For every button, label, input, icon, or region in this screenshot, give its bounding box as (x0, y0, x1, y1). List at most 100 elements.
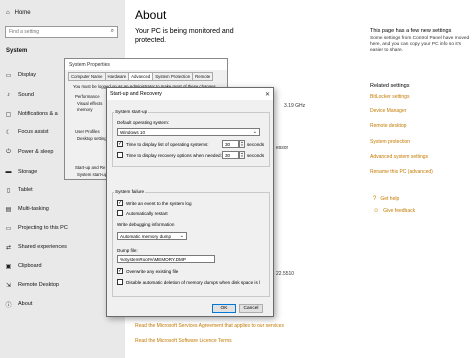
sidebar-item-label: Remote Desktop (18, 282, 59, 288)
tab-advanced[interactable]: Advanced (128, 72, 154, 81)
sidebar-item-sound[interactable]: ♪ Sound (5, 90, 34, 100)
home-nav-item[interactable]: ⌂ Home (6, 10, 31, 16)
time-list-spinner[interactable]: 30 ▴ ▾ (222, 140, 245, 148)
time-recovery-checkbox[interactable]: Time to display recovery options when ne… (117, 152, 222, 158)
dialog-title: Start-up and Recovery (110, 91, 162, 97)
advanced-system-settings-link[interactable]: Advanced system settings (370, 154, 428, 160)
licence-terms-link[interactable]: Read the Microsoft Software Licence Term… (135, 338, 232, 344)
system-startup-label: System start-up (114, 109, 149, 114)
services-agreement-link[interactable]: Read the Microsoft Services Agreement th… (135, 323, 284, 329)
shared-icon: ⇄ (5, 244, 12, 251)
debug-type-select[interactable]: Automatic memory dump ⌄ (117, 232, 187, 240)
sidebar-item-multitasking[interactable]: ▤ Multi-tasking (5, 204, 49, 214)
system-properties-tabs: Computer Name Hardware Advanced System P… (68, 72, 214, 81)
search-placeholder: Find a setting (9, 29, 40, 35)
sidebar-item-label: Display (18, 72, 37, 78)
tab-computer-name[interactable]: Computer Name (68, 72, 106, 81)
memory-text: memory (77, 107, 93, 112)
feedback-icon: ☺ (373, 208, 380, 214)
sidebar-item-clipboard[interactable]: ▣ Clipboard (5, 261, 42, 271)
device-manager-link[interactable]: Device Manager (370, 108, 406, 114)
sidebar-item-label: About (18, 301, 33, 307)
sidebar-item-tablet[interactable]: ▯ Tablet (5, 185, 33, 195)
checkbox-unchecked (117, 152, 123, 158)
debug-type-value: Automatic memory dump (120, 234, 172, 239)
sidebar-item-label: Shared experiences (18, 244, 67, 250)
ok-button[interactable]: OK (212, 304, 236, 313)
system-properties-titlebar: System Properties (65, 59, 227, 70)
cancel-button[interactable]: Cancel (239, 304, 263, 313)
tab-remote[interactable]: Remote (192, 72, 214, 81)
new-settings-text: Some settings from Control Panel have mo… (370, 36, 470, 53)
sidebar-item-label: Power & sleep (18, 149, 54, 155)
remote-desktop-icon: ⇲ (5, 282, 12, 289)
related-settings-title: Related settings (370, 83, 410, 89)
sidebar-item-projecting[interactable]: ▭ Projecting to this PC (5, 223, 68, 233)
sidebar-item-shared-experiences[interactable]: ⇄ Shared experiences (5, 242, 67, 252)
projecting-icon: ▭ (5, 225, 12, 232)
sidebar-item-power-sleep[interactable]: ⏻ Power & sleep (5, 147, 53, 157)
visual-effects-text: Visual effects (77, 101, 103, 106)
time-list-checkbox[interactable]: ✓ Time to display list of operating syst… (117, 141, 209, 147)
moon-icon: ☾ (5, 129, 12, 136)
chevron-down-icon: ⌄ (179, 233, 184, 239)
dump-file-input[interactable]: %SystemRoot%\MEMORY.DMP (117, 255, 215, 263)
sidebar-item-notifications[interactable]: ▢ Notifications & a (5, 109, 58, 119)
get-help-link[interactable]: ? Get help (373, 196, 399, 202)
give-feedback-label: Give feedback (383, 208, 416, 214)
user-profiles-label: User Profiles (75, 129, 100, 134)
default-os-select[interactable]: Windows 10 ⌄ (117, 128, 260, 136)
sidebar-item-label: Storage (18, 169, 38, 175)
get-help-label: Get help (380, 196, 400, 202)
tablet-icon: ▯ (6, 187, 11, 194)
display-icon: ▭ (5, 72, 12, 79)
tab-hardware[interactable]: Hardware (104, 72, 130, 81)
checkbox-unchecked (117, 210, 123, 216)
auto-restart-label: Automatically restart (126, 210, 168, 216)
sidebar-item-label: Tablet (18, 187, 33, 193)
help-icon: ? (373, 196, 377, 202)
search-icon: ⌕ (110, 28, 114, 34)
spec-value: 3.19 GHz (284, 103, 306, 109)
sidebar-item-about[interactable]: ⓘ About (5, 299, 32, 309)
settings-search-input[interactable]: Find a setting ⌕ (5, 26, 118, 38)
storage-icon: ▬ (5, 169, 12, 175)
protection-status: Your PC is being monitored and protected… (135, 28, 234, 44)
sidebar-item-label: Clipboard (18, 263, 42, 269)
sidebar-item-label: Notifications & a (18, 111, 58, 117)
time-list-label: Time to display list of operating system… (126, 141, 209, 147)
sidebar-item-focus-assist[interactable]: ☾ Focus assist (5, 127, 49, 137)
remote-desktop-link[interactable]: Remote desktop (370, 123, 406, 129)
overwrite-label: Overwrite any existing file (126, 268, 179, 274)
sidebar-item-remote-desktop[interactable]: ⇲ Remote Desktop (5, 280, 59, 290)
sidebar-item-storage[interactable]: ▬ Storage (5, 167, 38, 177)
time-recovery-value: 30 (225, 153, 231, 158)
sidebar-item-label: Focus assist (18, 129, 49, 135)
checkbox-checked: ✓ (117, 141, 123, 147)
sidebar-item-display[interactable]: ▭ Display (5, 70, 36, 80)
system-protection-link[interactable]: System protection (370, 139, 410, 145)
overwrite-checkbox[interactable]: ✓ Overwrite any existing file (117, 268, 178, 274)
disable-auto-delete-checkbox[interactable]: Disable automatic deletion of memory dum… (117, 279, 260, 285)
default-os-label: Default operating system: (117, 120, 170, 125)
time-recovery-label: Time to display recovery options when ne… (126, 152, 222, 158)
info-icon: ⓘ (5, 302, 12, 309)
page-title: About (135, 8, 167, 22)
tab-system-protection[interactable]: System Protection (152, 72, 194, 81)
spinner-arrows-icon[interactable]: ▴ ▾ (239, 140, 245, 148)
bitlocker-settings-link[interactable]: BitLocker settings (370, 94, 409, 100)
write-event-checkbox[interactable]: ✓ Write an event to the system log (117, 200, 192, 206)
spinner-arrows-icon[interactable]: ▴ ▾ (239, 151, 245, 159)
spec-value: essor (276, 145, 289, 151)
auto-restart-checkbox[interactable]: Automatically restart (117, 210, 168, 216)
multitasking-icon: ▤ (5, 206, 12, 213)
sidebar-item-label: Multi-tasking (18, 206, 49, 212)
checkbox-unchecked (117, 279, 123, 285)
default-os-value: Windows 10 (120, 130, 146, 135)
rename-pc-link[interactable]: Rename this PC (advanced) (370, 169, 433, 175)
give-feedback-link[interactable]: ☺ Give feedback (373, 208, 415, 214)
startup-recovery-dialog: Start-up and Recovery ✕ System start-up … (106, 87, 274, 317)
time-recovery-spinner[interactable]: 30 ▴ ▾ (222, 151, 245, 159)
close-icon[interactable]: ✕ (265, 91, 270, 98)
sidebar-item-label: Projecting to this PC (18, 225, 68, 231)
